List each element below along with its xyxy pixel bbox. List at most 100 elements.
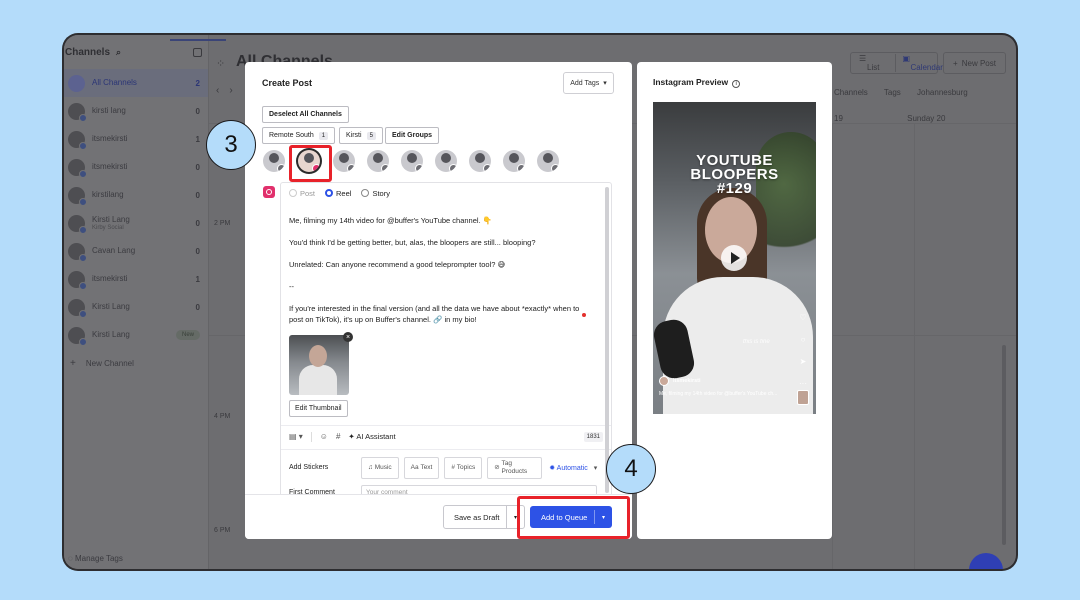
post-type-story[interactable]: Story (361, 189, 390, 198)
sticker-text-button[interactable]: Aa Text (403, 456, 440, 479)
heart-icon: ♡ (799, 313, 807, 322)
grid-icon: ⁘ (216, 58, 226, 70)
chevron-down-icon: ▾ (593, 464, 598, 472)
add-tags-button[interactable]: Add Tags ▾ (563, 72, 614, 94)
channel-avatar[interactable] (503, 150, 525, 172)
post-editor: Post Reel Story Me, filming my 14th vide… (280, 182, 612, 499)
preview-title: Instagram Preview i (653, 77, 741, 88)
time-label: 4 PM (214, 413, 231, 420)
day-headers: 19 Sunday 20 (834, 114, 1007, 123)
new-post-button[interactable]: + New Post (943, 52, 1006, 74)
group-kirsti[interactable]: Kirsti 5 (339, 127, 383, 144)
channel-avatar[interactable] (401, 150, 423, 172)
sticker-tag-products-button[interactable]: ⊘ Tag Products (487, 456, 543, 479)
help-button[interactable] (969, 553, 1003, 569)
info-icon[interactable]: i (732, 80, 741, 88)
close-icon[interactable]: × (343, 332, 353, 342)
add-stickers-label: Add Stickers (289, 464, 329, 471)
edit-thumbnail-button[interactable]: Edit Thumbnail (289, 400, 348, 417)
all-channels-icon (68, 74, 85, 92)
channel-avatar[interactable] (537, 150, 559, 172)
calendar-nav-arrows[interactable]: ‹› (216, 85, 243, 96)
filter-tags[interactable]: Tags (884, 88, 901, 97)
grid-line (832, 123, 833, 569)
sidebar-item-channel[interactable]: kirsti lang 0 (64, 97, 208, 125)
highlight-selected-channel (289, 145, 332, 182)
avatar (68, 326, 87, 346)
time-label: 6 PM (214, 527, 231, 534)
sticker-topics-button[interactable]: # Topics (444, 456, 483, 479)
sidebar-item-channel[interactable]: Kirsti Lang 0 (64, 293, 208, 321)
network-icon (449, 164, 457, 172)
collapse-sidebar-icon[interactable] (193, 47, 202, 57)
channel-avatar[interactable] (435, 150, 457, 172)
avatar (68, 158, 87, 178)
edit-groups-button[interactable]: Edit Groups (385, 127, 440, 144)
tab-underline (170, 39, 226, 41)
sidebar-title: Channels (65, 46, 111, 58)
search-icon[interactable]: ⌕ (116, 47, 121, 58)
media-icon[interactable]: ▤ ▾ (289, 432, 303, 441)
play-icon[interactable] (721, 245, 747, 271)
network-icon (551, 164, 559, 172)
time-label: 2 PM (214, 220, 231, 227)
emoji-icon[interactable]: ☺ (320, 432, 328, 441)
sidebar-item-channel[interactable]: kirstilang 0 (64, 181, 208, 209)
sidebar-item-channel[interactable]: Cavan Lang 0 (64, 237, 208, 265)
channel-avatar[interactable] (469, 150, 491, 172)
plus-icon: + (70, 357, 76, 369)
sidebar-item-channel[interactable]: itsmekirsti 0 (64, 153, 208, 181)
reel-caption: Me, filming my 14th video for @buffer's … (659, 391, 778, 397)
caption-textarea[interactable]: Me, filming my 14th video for @buffer's … (289, 215, 603, 336)
day-header: 19 (834, 114, 843, 123)
reel-user: itsmekirsti (659, 376, 701, 386)
automatic-dropdown[interactable]: ✹ Automatic ▾ (549, 464, 597, 472)
step-3-marker: 3 (206, 120, 256, 170)
sidebar-item-all-channels[interactable]: All Channels 2 (64, 69, 208, 97)
character-count: 1831 (583, 431, 603, 442)
sidebar-item-channel[interactable]: Kirsti Lang New (64, 321, 208, 349)
post-type-reel[interactable]: Reel (325, 189, 351, 198)
day-header: Sunday 20 (907, 114, 946, 123)
new-channel-button[interactable]: + New Channel (64, 349, 208, 377)
sidebar-item-channel[interactable]: itsmekirsti 1 (64, 125, 208, 153)
post-type-post[interactable]: Post (289, 189, 315, 198)
instagram-icon (312, 164, 320, 172)
hashtag-icon[interactable]: # (336, 432, 340, 441)
new-badge: New (175, 330, 200, 340)
sidebar-item-channel[interactable]: itsmekirsti 1 (64, 265, 208, 293)
avatar (68, 102, 87, 122)
filter-channels[interactable]: Channels (834, 88, 868, 97)
avatar (68, 130, 87, 150)
view-list-button[interactable]: ☰ List (851, 54, 895, 72)
network-icon (347, 164, 355, 172)
network-icon (483, 164, 491, 172)
avatar (68, 298, 87, 318)
calendar-filters: Channels Tags Johannesburg (834, 88, 982, 97)
network-icon (415, 164, 423, 172)
editor-scrollbar[interactable] (605, 187, 609, 493)
filter-timezone[interactable]: Johannesburg (917, 88, 968, 97)
channel-avatar[interactable] (333, 150, 355, 172)
channel-avatar[interactable] (367, 150, 389, 172)
sticker-music-button[interactable]: ♫ Music (361, 456, 399, 479)
instagram-icon (263, 186, 275, 198)
deselect-all-button[interactable]: Deselect All Channels (262, 106, 349, 123)
avatar (68, 186, 87, 206)
avatar (659, 376, 669, 386)
network-icon (517, 164, 525, 172)
share-icon: ➤ (799, 357, 807, 366)
modal-title: Create Post (262, 78, 313, 88)
sidebar-item-channel[interactable]: Kirsti Lang Kirby Social 0 (64, 209, 208, 237)
channels-sidebar: Channels ⌕ All Channels 2 kirsti lang 0 … (64, 35, 226, 569)
comment-icon: ○ (800, 335, 806, 344)
manage-tags-link[interactable]: ◌ Manage Tags (68, 554, 123, 563)
ai-assistant-button[interactable]: ✦ AI Assistant (348, 432, 395, 441)
channel-avatar[interactable] (263, 150, 285, 172)
view-toggle[interactable]: ☰ List ▣ Calendar (850, 52, 943, 74)
reel-preview: YOUTUBE BLOOPERS #129 this is fine ♡ ○ ➤… (653, 102, 816, 414)
save-as-draft-button[interactable]: Save as Draft ▾ (443, 505, 525, 529)
group-remote-south[interactable]: Remote South 1 (262, 127, 336, 144)
app-window: Channels ⌕ All Channels 2 kirsti lang 0 … (64, 35, 1016, 569)
calendar-scrollbar[interactable] (1002, 345, 1006, 545)
